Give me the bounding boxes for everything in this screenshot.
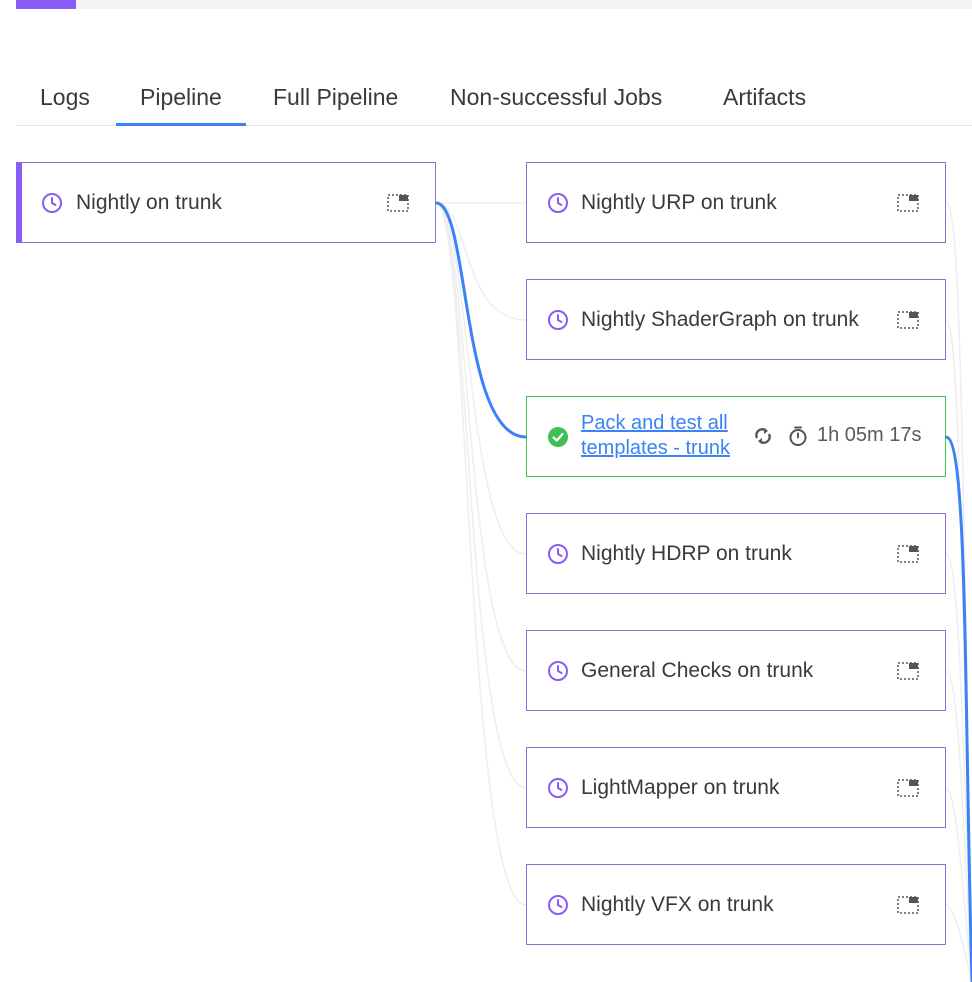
clock-icon: [548, 777, 568, 798]
clock-icon: [548, 192, 568, 213]
active-edge-templates-out: [945, 435, 972, 982]
check-circle-icon: [548, 426, 568, 447]
tab-logs[interactable]: Logs: [40, 84, 90, 126]
job-node[interactable]: Nightly URP on trunk: [526, 162, 946, 243]
job-title: Nightly URP on trunk: [581, 190, 777, 214]
tab-artifacts[interactable]: Artifacts: [723, 84, 806, 126]
tab-bar: Logs Pipeline Full Pipeline Non-successf…: [16, 70, 972, 126]
expand-window-icon[interactable]: [897, 544, 919, 563]
job-title: Nightly ShaderGraph on trunk: [581, 307, 859, 331]
job-title: LightMapper on trunk: [581, 775, 780, 799]
expand-window-icon[interactable]: [897, 310, 919, 329]
job-node[interactable]: General Checks on trunk: [526, 630, 946, 711]
expand-window-icon[interactable]: [387, 193, 409, 212]
retry-icon[interactable]: [753, 426, 773, 446]
stopwatch-icon: [789, 426, 807, 446]
job-title: General Checks on trunk: [581, 658, 814, 682]
tab-non-successful-jobs[interactable]: Non-successful Jobs: [450, 84, 662, 126]
job-node-root[interactable]: Nightly on trunk: [16, 162, 436, 243]
clock-icon: [548, 543, 568, 564]
expand-window-icon[interactable]: [897, 778, 919, 797]
job-title: Nightly HDRP on trunk: [581, 541, 792, 565]
job-title: Nightly on trunk: [76, 190, 222, 214]
job-node[interactable]: Nightly ShaderGraph on trunk: [526, 279, 946, 360]
clock-icon: [42, 192, 62, 213]
clock-icon: [548, 894, 568, 915]
tab-full-pipeline[interactable]: Full Pipeline: [273, 84, 398, 126]
pipeline-edges: [435, 201, 972, 982]
top-progress-accent: [16, 0, 76, 9]
job-title: Nightly VFX on trunk: [581, 892, 774, 916]
expand-window-icon[interactable]: [897, 895, 919, 914]
clock-icon: [548, 660, 568, 681]
job-node[interactable]: Nightly VFX on trunk: [526, 864, 946, 945]
tab-pipeline[interactable]: Pipeline: [116, 84, 246, 126]
active-edge-root-to-templates: [435, 201, 527, 439]
job-duration: 1h 05m 17s: [817, 424, 922, 446]
expand-window-icon[interactable]: [897, 193, 919, 212]
job-node[interactable]: Nightly HDRP on trunk: [526, 513, 946, 594]
expand-window-icon[interactable]: [897, 661, 919, 680]
job-node[interactable]: LightMapper on trunk: [526, 747, 946, 828]
top-progress-strip: [16, 0, 972, 9]
job-node-success[interactable]: Pack and test all templates - trunk 1h 0…: [526, 396, 946, 477]
clock-icon: [548, 309, 568, 330]
job-title-link[interactable]: Pack and test all templates - trunk: [581, 411, 751, 461]
